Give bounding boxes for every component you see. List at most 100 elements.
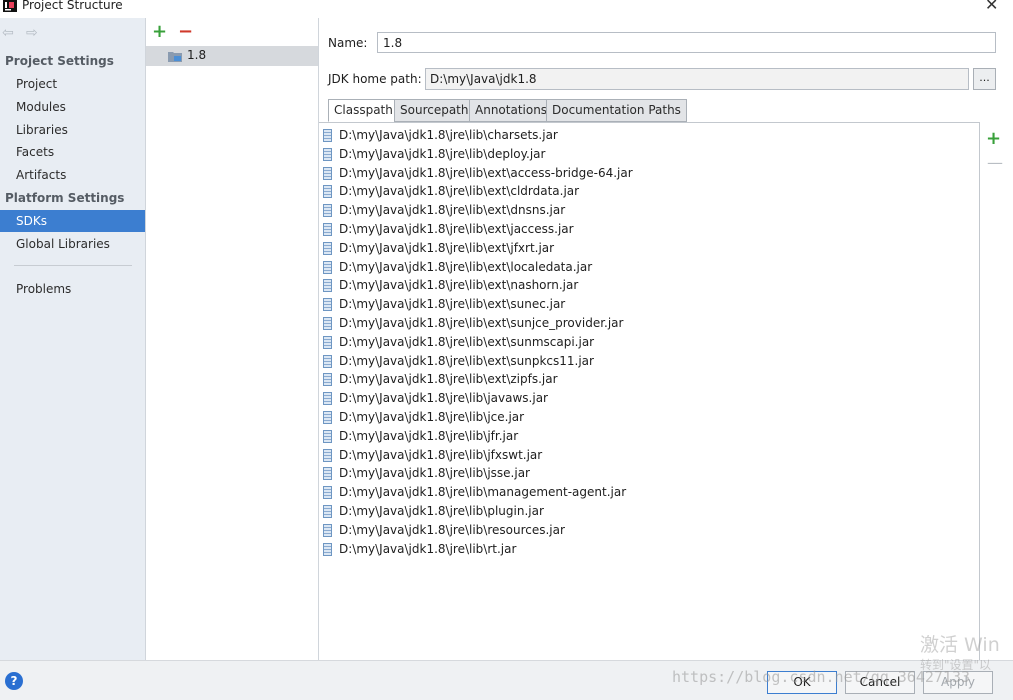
sidebar-item-artifacts[interactable]: Artifacts (0, 164, 145, 186)
settings-sidebar: ⇦ ⇨ Project Settings Project Modules Lib… (0, 18, 146, 660)
classpath-entry: D:\my\Java\jdk1.8\jre\lib\resources.jar (339, 522, 565, 537)
add-sdk-icon[interactable]: + (152, 22, 167, 42)
classpath-row[interactable]: D:\my\Java\jdk1.8\jre\lib\plugin.jar (321, 502, 971, 521)
classpath-entry: D:\my\Java\jdk1.8\jre\lib\plugin.jar (339, 504, 544, 518)
jar-file-icon (323, 392, 332, 406)
classpath-entry: D:\my\Java\jdk1.8\jre\lib\ext\nashorn.ja… (339, 278, 579, 293)
classpath-entry: D:\my\Java\jdk1.8\jre\lib\ext\sunmscapi.… (339, 334, 595, 349)
jar-file-icon (323, 354, 332, 368)
sdk-toolbar: + − (146, 18, 318, 46)
classpath-row[interactable]: D:\my\Java\jdk1.8\jre\lib\deploy.jar (321, 145, 971, 164)
jar-file-icon (323, 448, 332, 462)
jar-file-icon (323, 467, 332, 481)
classpath-entry: D:\my\Java\jdk1.8\jre\lib\jce.jar (339, 410, 525, 424)
classpath-row[interactable]: D:\my\Java\jdk1.8\jre\lib\resources.jar (321, 521, 971, 540)
classpath-row[interactable]: D:\my\Java\jdk1.8\jre\lib\ext\sunec.jar (321, 295, 971, 314)
classpath-entry: D:\my\Java\jdk1.8\jre\lib\ext\cldrdata.j… (339, 184, 580, 199)
classpath-row[interactable]: D:\my\Java\jdk1.8\jre\lib\ext\jfxrt.jar (321, 239, 971, 258)
classpath-row[interactable]: D:\my\Java\jdk1.8\jre\lib\ext\sunjce_pro… (321, 314, 971, 333)
classpath-list: D:\my\Java\jdk1.8\jre\lib\charsets.jar D:… (319, 122, 980, 660)
sidebar-item-global-libraries[interactable]: Global Libraries (0, 233, 145, 255)
sidebar-item-facets[interactable]: Facets (0, 141, 145, 163)
jar-file-icon (323, 260, 332, 274)
classpath-row[interactable]: D:\my\Java\jdk1.8\jre\lib\ext\access-bri… (321, 164, 971, 183)
sidebar-item-project[interactable]: Project (0, 73, 145, 95)
classpath-row[interactable]: D:\my\Java\jdk1.8\jre\lib\ext\localedata… (321, 258, 971, 277)
sdk-item-label: 1.8 (187, 48, 207, 62)
classpath-entry: D:\my\Java\jdk1.8\jre\lib\ext\localedata… (339, 259, 593, 274)
window-title: Project Structure (22, 0, 123, 12)
jar-file-icon (323, 204, 332, 218)
sidebar-item-sdks[interactable]: SDKs (0, 210, 145, 232)
remove-sdk-icon[interactable]: − (178, 22, 193, 42)
nav-arrows: ⇦ ⇨ (2, 25, 46, 41)
jar-file-icon (323, 429, 332, 443)
classpath-row[interactable]: D:\my\Java\jdk1.8\jre\lib\rt.jar (321, 540, 971, 559)
forward-arrow-icon[interactable]: ⇨ (26, 25, 38, 41)
sidebar-item-problems[interactable]: Problems (0, 278, 145, 300)
jar-file-icon (323, 241, 332, 255)
classpath-row[interactable]: D:\my\Java\jdk1.8\jre\lib\ext\sunmscapi.… (321, 333, 971, 352)
jar-file-icon (323, 505, 332, 518)
classpath-row[interactable]: D:\my\Java\jdk1.8\jre\lib\ext\dnsns.jar (321, 201, 971, 220)
intellij-app-icon (3, 0, 17, 12)
jdk-home-path-field[interactable] (425, 68, 969, 90)
classpath-entry: D:\my\Java\jdk1.8\jre\lib\charsets.jar (339, 128, 558, 142)
jar-file-icon (323, 185, 332, 199)
jar-file-icon (323, 542, 332, 556)
section-platform-settings: Platform Settings (5, 191, 125, 205)
classpath-entry: D:\my\Java\jdk1.8\jre\lib\ext\sunjce_pro… (339, 316, 624, 330)
url-watermark: https://blog.csdn.net/qq_36427133 (672, 668, 971, 686)
sdk-detail-panel: Name: JDK home path: ... Classpath Sourc… (319, 18, 1013, 660)
classpath-row[interactable]: D:\my\Java\jdk1.8\jre\lib\jsse.jar (321, 464, 971, 483)
remove-path-icon: — (987, 153, 1003, 172)
classpath-row[interactable]: D:\my\Java\jdk1.8\jre\lib\ext\cldrdata.j… (321, 182, 971, 201)
jar-file-icon (323, 317, 332, 330)
name-field[interactable] (377, 32, 996, 53)
sidebar-item-libraries[interactable]: Libraries (0, 119, 145, 141)
activate-windows-watermark: 激活 Win (920, 634, 1000, 656)
classpath-entry: D:\my\Java\jdk1.8\jre\lib\ext\jfxrt.jar (339, 240, 555, 255)
classpath-entry: D:\my\Java\jdk1.8\jre\lib\jfxswt.jar (339, 447, 543, 462)
classpath-entry: D:\my\Java\jdk1.8\jre\lib\ext\sunpkcs11.… (339, 353, 594, 368)
add-path-icon[interactable]: + (986, 130, 1001, 148)
classpath-entry: D:\my\Java\jdk1.8\jre\lib\rt.jar (339, 541, 517, 556)
classpath-entry: D:\my\Java\jdk1.8\jre\lib\javaws.jar (339, 391, 548, 406)
classpath-row[interactable]: D:\my\Java\jdk1.8\jre\lib\javaws.jar (321, 389, 971, 408)
jar-file-icon (323, 279, 332, 293)
classpath-row[interactable]: D:\my\Java\jdk1.8\jre\lib\charsets.jar (321, 126, 971, 145)
classpath-row[interactable]: D:\my\Java\jdk1.8\jre\lib\ext\nashorn.ja… (321, 276, 971, 295)
close-icon[interactable]: ✕ (985, 0, 998, 14)
sidebar-item-modules[interactable]: Modules (0, 96, 145, 118)
tab-sourcepath[interactable]: Sourcepath (394, 99, 475, 122)
tab-documentation-paths[interactable]: Documentation Paths (546, 99, 687, 122)
tab-annotations[interactable]: Annotations (469, 99, 554, 122)
classpath-entry: D:\my\Java\jdk1.8\jre\lib\ext\sunec.jar (339, 297, 566, 312)
jar-file-icon (323, 129, 332, 142)
jar-file-icon (323, 147, 332, 161)
jdk-folder-icon (168, 52, 182, 62)
help-icon[interactable]: ? (5, 672, 23, 690)
sdk-list-panel: + − 1.8 (146, 18, 319, 660)
classpath-entry: D:\my\Java\jdk1.8\jre\lib\ext\dnsns.jar (339, 203, 566, 218)
sdk-list-item[interactable]: 1.8 (146, 46, 318, 66)
jar-file-icon (323, 223, 332, 236)
jar-file-icon (323, 298, 332, 312)
jar-file-icon (323, 411, 332, 424)
back-arrow-icon[interactable]: ⇦ (2, 25, 14, 41)
jar-file-icon (323, 335, 332, 349)
classpath-row[interactable]: D:\my\Java\jdk1.8\jre\lib\management-age… (321, 483, 971, 502)
classpath-row[interactable]: D:\my\Java\jdk1.8\jre\lib\ext\zipfs.jar (321, 370, 971, 389)
section-project-settings: Project Settings (5, 54, 114, 68)
classpath-row[interactable]: D:\my\Java\jdk1.8\jre\lib\ext\sunpkcs11.… (321, 352, 971, 371)
sidebar-divider (14, 265, 132, 266)
jar-file-icon (323, 486, 332, 500)
classpath-row[interactable]: D:\my\Java\jdk1.8\jre\lib\jfxswt.jar (321, 446, 971, 465)
classpath-entry: D:\my\Java\jdk1.8\jre\lib\jfr.jar (339, 428, 519, 443)
tab-classpath[interactable]: Classpath (328, 99, 399, 122)
jar-file-icon (323, 373, 332, 387)
classpath-row[interactable]: D:\my\Java\jdk1.8\jre\lib\ext\jaccess.ja… (321, 220, 971, 239)
classpath-row[interactable]: D:\my\Java\jdk1.8\jre\lib\jce.jar (321, 408, 971, 427)
browse-button[interactable]: ... (973, 68, 996, 90)
classpath-row[interactable]: D:\my\Java\jdk1.8\jre\lib\jfr.jar (321, 427, 971, 446)
